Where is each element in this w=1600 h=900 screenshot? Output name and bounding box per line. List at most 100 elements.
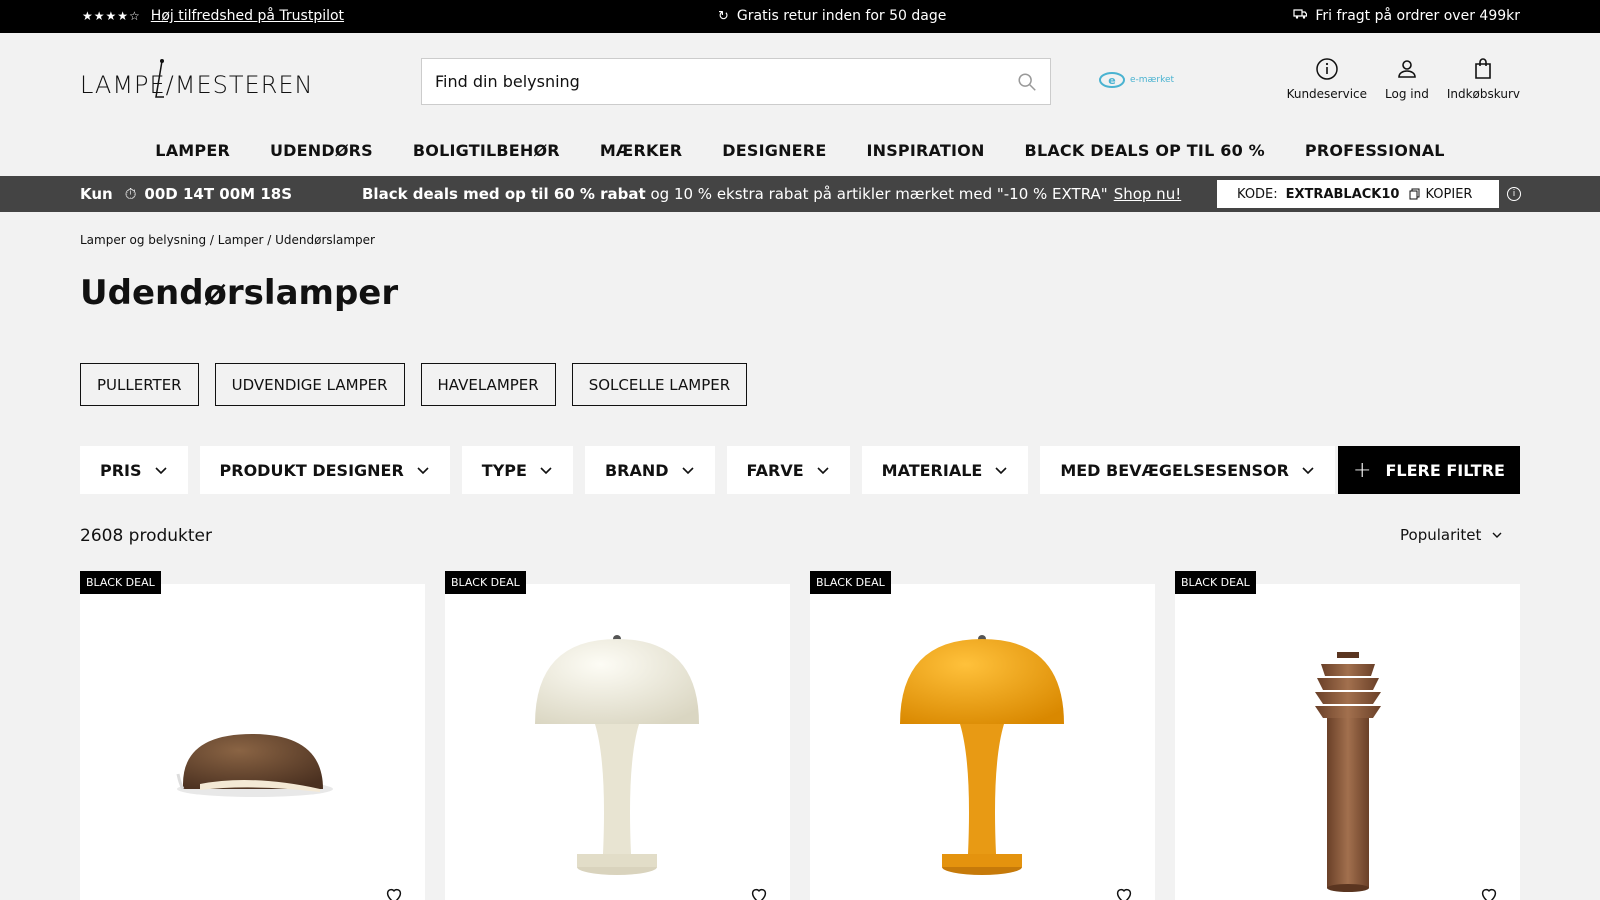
copy-code-button[interactable]: KOPIER — [1409, 187, 1472, 202]
login-button[interactable]: Log ind — [1385, 57, 1429, 101]
promo-bar: Kun ⏱ 00D 14T 00M 18S Black deals med op… — [0, 176, 1600, 212]
filter-label: PRODUKT DESIGNER — [219, 460, 404, 480]
info-icon — [1316, 58, 1338, 80]
nav-item-boligtilbehor[interactable]: BOLIGTILBEHØR — [393, 141, 580, 160]
product-card[interactable]: BLACK DEAL — [810, 571, 1155, 900]
main-navigation: LAMPER UDENDØRS BOLIGTILBEHØR MÆRKER DES… — [0, 141, 1600, 160]
nav-item-maerker[interactable]: MÆRKER — [580, 141, 702, 160]
nav-item-inspiration[interactable]: INSPIRATION — [846, 141, 1004, 160]
emarket-badge[interactable]: e e-mærket — [1098, 71, 1174, 89]
wall-lamp-image — [176, 734, 333, 797]
product-count: 2608 produkter — [80, 526, 212, 546]
header-actions: Kundeservice Log ind Indkøbskurv — [1269, 57, 1520, 101]
nav-item-lamper[interactable]: LAMPER — [135, 141, 250, 160]
sort-label: Popularitet — [1400, 526, 1482, 544]
table-lamp-white-image — [535, 635, 699, 875]
shipping-info: Fri fragt på ordrer over 499kr — [1293, 8, 1520, 24]
customer-service-label: Kundeservice — [1286, 87, 1368, 101]
chip-havelamper[interactable]: HAVELAMPER — [420, 363, 556, 406]
chip-udvendige-lamper[interactable]: UDVENDIGE LAMPER — [214, 363, 405, 406]
breadcrumb[interactable]: Lamper og belysning / Lamper / Udendørsl… — [80, 233, 375, 247]
filter-motion-sensor[interactable]: MED BEVÆGELSESENSOR — [1040, 446, 1335, 494]
site-header: LAMPE/MESTEREN e e-mærket Kundeservice L… — [0, 33, 1600, 173]
category-chips: PULLERTER UDVENDIGE LAMPER HAVELAMPER SO… — [80, 363, 748, 406]
code-label: KODE: — [1237, 186, 1278, 202]
nav-item-black-deals[interactable]: BLACK DEALS OP TIL 60 % — [1005, 141, 1285, 160]
product-card[interactable]: BLACK DEAL — [1175, 571, 1520, 900]
promo-info-icon[interactable]: i — [1507, 187, 1521, 201]
heart-icon[interactable] — [748, 884, 770, 900]
cart-label: Indkøbskurv — [1446, 87, 1520, 101]
product-card[interactable]: BLACK DEAL — [80, 571, 425, 900]
logo-text: LAMPE/MESTEREN — [80, 71, 314, 99]
bollard-lamp-image — [1315, 652, 1381, 892]
copy-icon — [1409, 188, 1420, 200]
chevron-down-icon — [417, 467, 429, 475]
filter-label: TYPE — [481, 460, 527, 480]
chevron-down-icon — [817, 467, 829, 475]
chevron-down-icon — [995, 467, 1007, 475]
search-icon[interactable] — [1016, 71, 1038, 93]
login-label: Log ind — [1385, 87, 1429, 101]
svg-text:e: e — [1108, 74, 1115, 87]
search-bar — [421, 58, 1051, 105]
filter-type[interactable]: TYPE — [461, 446, 573, 494]
nav-item-professional[interactable]: PROFESSIONAL — [1285, 141, 1465, 160]
shop-now-link[interactable]: Shop nu! — [1114, 185, 1182, 203]
filter-price[interactable]: PRIS — [80, 446, 188, 494]
nav-item-udendors[interactable]: UDENDØRS — [250, 141, 393, 160]
product-card[interactable]: BLACK DEAL — [445, 571, 790, 900]
filter-label: MED BEVÆGELSESENSOR — [1060, 460, 1289, 480]
chevron-down-icon — [1492, 532, 1502, 538]
returns-text: Gratis retur inden for 50 dage — [736, 8, 947, 24]
filter-label: PRIS — [100, 460, 142, 480]
chevron-down-icon — [154, 467, 167, 475]
truck-icon — [1293, 8, 1308, 24]
shipping-text: Fri fragt på ordrer over 499kr — [1315, 8, 1520, 24]
cart-button[interactable]: Indkøbskurv — [1447, 57, 1520, 101]
logo[interactable]: LAMPE/MESTEREN — [80, 57, 313, 105]
chevron-down-icon — [1302, 467, 1314, 475]
more-filters-label: FLERE FILTRE — [1385, 460, 1505, 480]
product-grid: BLACK DEAL BLACK DEAL BLACK DEAL BLACK D… — [80, 571, 1520, 900]
filter-designer[interactable]: PRODUKT DESIGNER — [199, 446, 450, 494]
emarket-logo-icon: e — [1099, 72, 1125, 88]
table-lamp-orange-image — [900, 635, 1064, 875]
filter-material[interactable]: MATERIALE — [861, 446, 1029, 494]
countdown-prefix: Kun — [80, 185, 113, 203]
emarket-text: e-mærket — [1130, 75, 1175, 85]
chevron-down-icon — [540, 467, 552, 475]
promo-bold-text: Black deals med op til 60 % rabat — [362, 185, 646, 203]
customer-service-button[interactable]: Kundeservice — [1287, 57, 1367, 101]
refresh-icon: ↻ — [718, 8, 729, 24]
chip-pullerter[interactable]: PULLERTER — [80, 363, 199, 406]
trustpilot-block: ★★★★☆ Høj tilfredshed på Trustpilot — [82, 8, 344, 24]
trustpilot-link[interactable]: Høj tilfredshed på Trustpilot — [151, 8, 344, 24]
chip-solcelle-lamper[interactable]: SOLCELLE LAMPER — [571, 363, 748, 406]
copy-label: KOPIER — [1425, 186, 1473, 202]
heart-icon[interactable] — [383, 884, 405, 900]
code-value: EXTRABLACK10 — [1285, 186, 1400, 202]
countdown: Kun ⏱ 00D 14T 00M 18S — [80, 185, 292, 203]
user-icon — [1398, 60, 1416, 78]
filter-label: MATERIALE — [881, 460, 983, 480]
top-info-bar: ★★★★☆ Høj tilfredshed på Trustpilot ↻ Gr… — [0, 0, 1600, 33]
search-input[interactable] — [422, 72, 1016, 91]
shopping-bag-icon — [1475, 58, 1492, 79]
filter-label: BRAND — [604, 460, 669, 480]
promo-text: og 10 % ekstra rabat på artikler mærket … — [645, 185, 1108, 203]
filter-brand[interactable]: BRAND — [584, 446, 715, 494]
filter-color[interactable]: FARVE — [726, 446, 850, 494]
filter-label: FARVE — [746, 460, 804, 480]
returns-info: ↻ Gratis retur inden for 50 dage — [718, 8, 946, 24]
sort-dropdown[interactable]: Popularitet — [1400, 526, 1503, 544]
heart-icon[interactable] — [1113, 884, 1135, 900]
filter-bar: PRIS PRODUKT DESIGNER TYPE BRAND FARVE M… — [80, 446, 1520, 494]
promo-message: Black deals med op til 60 % rabat og 10 … — [362, 185, 1181, 203]
discount-code-box: KODE: EXTRABLACK10 KOPIER — [1217, 180, 1499, 208]
chevron-down-icon — [681, 467, 694, 475]
more-filters-button[interactable]: + FLERE FILTRE — [1338, 446, 1520, 494]
nav-item-designere[interactable]: DESIGNERE — [702, 141, 846, 160]
plus-icon: + — [1353, 457, 1372, 483]
heart-icon[interactable] — [1478, 884, 1500, 900]
